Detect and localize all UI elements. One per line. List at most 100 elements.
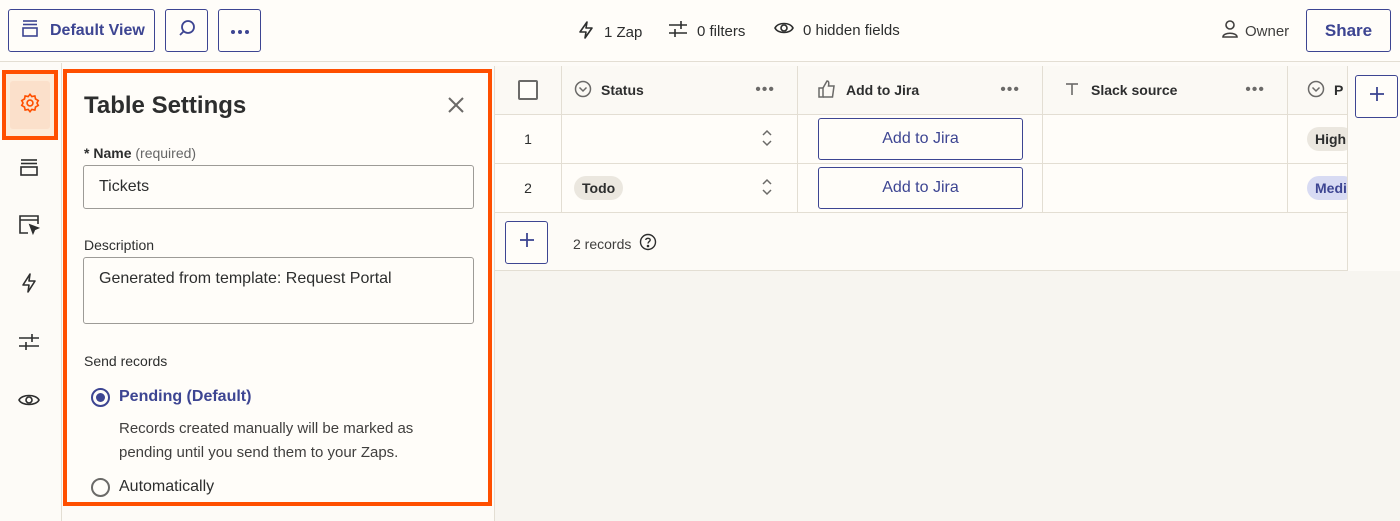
name-field-label: * Name (required): [84, 145, 197, 161]
help-circle-icon[interactable]: [639, 233, 657, 254]
column-menu-icon[interactable]: •••: [755, 81, 775, 99]
row-number-cell: 1: [495, 115, 562, 163]
add-column-area: [1347, 66, 1400, 271]
jira-cell: Add to Jira: [798, 115, 1043, 163]
sort-updown-icon[interactable]: [761, 129, 773, 150]
column-header-status[interactable]: Status •••: [562, 66, 798, 114]
rail-zaps-button[interactable]: [6, 262, 52, 308]
rail-views-button[interactable]: [6, 146, 52, 192]
view-selector-button[interactable]: Default View: [8, 9, 155, 52]
plus-icon: [518, 231, 536, 254]
text-type-icon: [1065, 82, 1079, 99]
description-textarea[interactable]: Generated from template: Request Portal: [83, 257, 474, 324]
radio-pending-help: Records created manually will be marked …: [119, 420, 414, 461]
zap-count-button[interactable]: 1 Zap: [577, 20, 642, 44]
gear-icon: [19, 92, 41, 119]
view-list-icon: [19, 157, 39, 182]
slack-cell[interactable]: [1043, 115, 1288, 163]
radio-pending[interactable]: [91, 388, 110, 407]
column-menu-icon[interactable]: •••: [1000, 81, 1020, 99]
search-button[interactable]: [165, 9, 208, 52]
eye-icon: [774, 20, 794, 40]
filters-button[interactable]: 0 filters: [668, 20, 745, 42]
row-number-cell: 2: [495, 164, 562, 212]
slack-cell[interactable]: [1043, 164, 1288, 212]
status-cell[interactable]: Todo: [562, 164, 798, 212]
rail-hidden-fields-button[interactable]: [6, 379, 52, 425]
column-menu-icon[interactable]: •••: [1245, 81, 1265, 99]
filter-sliders-icon: [18, 332, 40, 357]
table-footer: 2 records: [495, 213, 1347, 271]
record-count-label: 2 records: [573, 235, 632, 252]
table-row[interactable]: 2 Todo Add to Jira Medi: [495, 164, 1347, 213]
rail-settings-highlight: [10, 81, 50, 129]
status-tag: Todo: [574, 176, 624, 200]
table-settings-panel: Table Settings * Name (required) Tickets…: [63, 69, 492, 506]
rail-interface-button[interactable]: [6, 204, 52, 250]
column-slack-label: Slack source: [1091, 82, 1178, 98]
column-status-label: Status: [601, 82, 644, 98]
view-selector-label: Default View: [50, 21, 145, 39]
more-dots-icon: [230, 22, 250, 40]
column-header-jira[interactable]: Add to Jira •••: [798, 66, 1043, 114]
dropdown-circle-icon: [574, 80, 592, 101]
priority-tag: Medi: [1307, 176, 1347, 200]
lightning-icon: [577, 20, 595, 44]
column-header-priority[interactable]: P: [1288, 66, 1347, 114]
table-row[interactable]: 1 Add to Jira High: [495, 115, 1347, 164]
lightning-icon: [20, 272, 38, 299]
table-grid-area: Status ••• Add to Jira ••• Slack source …: [494, 66, 1400, 521]
description-label: Description: [84, 237, 155, 253]
priority-tag: High: [1307, 127, 1347, 151]
view-list-icon: [20, 18, 40, 43]
close-icon: [445, 97, 467, 120]
status-cell[interactable]: [562, 115, 798, 163]
more-options-button[interactable]: [218, 9, 261, 52]
user-icon: [1222, 20, 1238, 42]
radio-automatically[interactable]: [91, 478, 110, 497]
close-button[interactable]: [445, 94, 467, 116]
select-all-checkbox[interactable]: [518, 80, 538, 100]
add-column-button[interactable]: [1355, 75, 1398, 118]
hidden-fields-button[interactable]: 0 hidden fields: [774, 20, 900, 40]
select-all-cell: [495, 66, 562, 114]
column-jira-label: Add to Jira: [846, 82, 920, 98]
plus-icon: [1368, 85, 1386, 108]
table-header-row: Status ••• Add to Jira ••• Slack source …: [495, 66, 1347, 115]
owner-indicator[interactable]: Owner: [1222, 20, 1289, 42]
sort-updown-icon[interactable]: [761, 178, 773, 199]
rail-settings-button[interactable]: [2, 70, 58, 140]
send-records-label: Send records: [84, 353, 168, 369]
row-number: 1: [524, 131, 532, 147]
column-priority-label: P: [1334, 82, 1344, 98]
name-input[interactable]: Tickets: [83, 165, 474, 209]
add-record-button[interactable]: [505, 221, 548, 264]
priority-cell[interactable]: Medi: [1288, 164, 1347, 212]
search-icon: [177, 18, 197, 43]
panel-title: Table Settings: [84, 92, 247, 119]
filters-label: 0 filters: [697, 22, 746, 40]
radio-automatically-label[interactable]: Automatically: [119, 478, 214, 496]
required-hint: (required): [135, 145, 197, 161]
radio-pending-label[interactable]: Pending (Default): [119, 388, 251, 406]
jira-cell: Add to Jira: [798, 164, 1043, 212]
share-button[interactable]: Share: [1306, 9, 1391, 52]
add-to-jira-button[interactable]: Add to Jira: [818, 118, 1023, 160]
cursor-window-icon: [18, 214, 41, 241]
top-toolbar: Default View 1 Zap 0 filters 0 hidden fi…: [0, 0, 1400, 62]
add-to-jira-button[interactable]: Add to Jira: [818, 167, 1023, 209]
name-label-text: Name: [93, 145, 132, 161]
owner-label: Owner: [1245, 22, 1290, 40]
dropdown-circle-icon: [1307, 80, 1325, 101]
left-icon-rail: [0, 63, 62, 521]
priority-cell[interactable]: High: [1288, 115, 1347, 163]
thumbs-up-icon: [818, 79, 836, 101]
hidden-fields-label: 0 hidden fields: [803, 21, 900, 39]
eye-icon: [18, 392, 40, 413]
zap-count-label: 1 Zap: [604, 23, 643, 41]
rail-filters-button[interactable]: [6, 321, 52, 367]
column-header-slack[interactable]: Slack source •••: [1043, 66, 1288, 114]
filter-sliders-icon: [668, 20, 688, 42]
row-number: 2: [524, 180, 532, 196]
record-count: 2 records: [573, 233, 657, 254]
